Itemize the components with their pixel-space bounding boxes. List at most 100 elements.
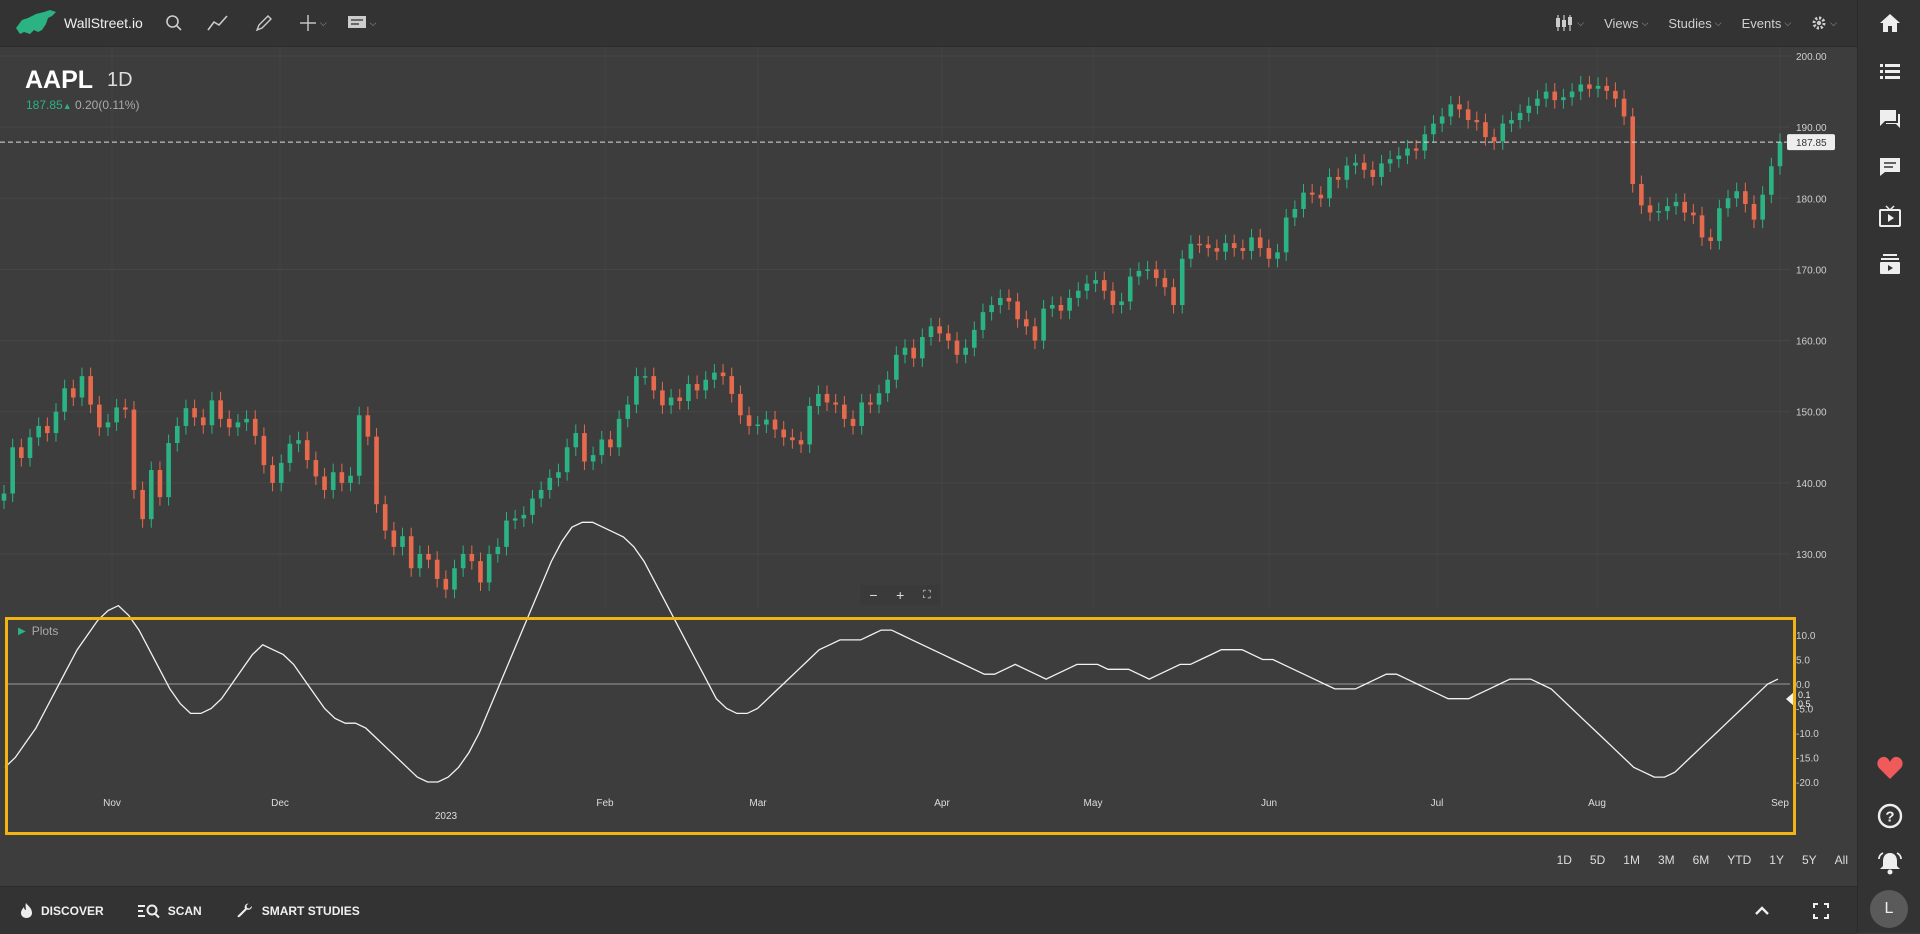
views-menu[interactable]: Views ⌵ — [1604, 16, 1648, 31]
comments-button[interactable] — [1858, 157, 1920, 177]
candle-body — [1301, 192, 1306, 209]
drawing-trendline-button[interactable] — [207, 14, 229, 32]
expand-arrow-icon: ▶ — [18, 625, 26, 637]
candle-body — [322, 476, 327, 490]
candle-body — [1552, 91, 1558, 101]
discover-button[interactable]: DISCOVER — [20, 902, 104, 919]
smart-studies-button[interactable]: SMART STUDIES — [236, 902, 360, 920]
candle-body — [1214, 248, 1220, 252]
candle-body — [252, 418, 258, 436]
range-button-1d[interactable]: 1D — [1557, 853, 1572, 867]
scan-button[interactable]: SCAN — [137, 903, 202, 919]
smart-studies-label: SMART STUDIES — [261, 903, 360, 918]
range-button-all[interactable]: All — [1835, 853, 1848, 867]
candle-body — [1665, 206, 1670, 212]
home-button[interactable] — [1858, 13, 1920, 33]
range-button-5y[interactable]: 5Y — [1802, 853, 1817, 867]
candle-body — [19, 447, 24, 458]
chart-type-button[interactable]: ⌵ — [1554, 14, 1584, 32]
candle-body — [374, 436, 379, 505]
price-change: 0.20(0.11%) — [74, 98, 140, 112]
candle-body — [686, 383, 691, 402]
fullscreen-button[interactable] — [1813, 902, 1829, 919]
range-button-3m[interactable]: 3M — [1658, 853, 1675, 867]
time-axis-label: May — [1084, 798, 1103, 809]
watchlist-button[interactable] — [1858, 62, 1920, 80]
fit-screen-icon[interactable]: ⛶ — [923, 589, 931, 602]
tv-button[interactable] — [1858, 205, 1920, 227]
range-button-1y[interactable]: 1Y — [1769, 853, 1784, 867]
candle-body — [946, 333, 951, 341]
candle-body — [1197, 243, 1202, 246]
candle-body — [1318, 194, 1324, 199]
time-axis-label: Mar — [749, 798, 767, 809]
candle-body — [1613, 90, 1618, 99]
search-button[interactable] — [165, 14, 183, 32]
events-menu[interactable]: Events ⌵ — [1742, 16, 1792, 31]
candle-body — [850, 418, 856, 426]
candle-body — [1578, 84, 1584, 92]
candle-body — [616, 418, 622, 448]
indicator-panel-header[interactable]: ▶ Plots — [18, 624, 58, 638]
avatar[interactable]: L — [1870, 890, 1908, 928]
current-price-label: 187.85 — [1796, 138, 1827, 149]
help-button[interactable]: ? — [1858, 803, 1920, 829]
candle-body — [79, 376, 85, 398]
chart-area[interactable]: 200.00 190.00 180.00 170.00 160.00 150.00 140.… — [0, 47, 1857, 887]
candle-body — [313, 460, 319, 477]
candle-body — [1119, 301, 1124, 305]
draw-pencil-button[interactable] — [255, 14, 273, 32]
candle-body — [1223, 243, 1228, 252]
price-tick-label: 140.00 — [1796, 479, 1827, 490]
candle-body — [824, 393, 830, 403]
indicator-tick-label: 10.0 — [1796, 631, 1816, 642]
candle-body — [1639, 184, 1644, 206]
candle-body — [530, 498, 535, 515]
range-button-ytd[interactable]: YTD — [1727, 853, 1751, 867]
annotation-button[interactable]: ⌵ — [347, 15, 377, 31]
alerts-button[interactable] — [1858, 851, 1920, 875]
zoom-in-icon[interactable]: + — [896, 587, 904, 603]
candle-body — [1509, 120, 1514, 124]
candle-body — [885, 379, 890, 394]
price-chart[interactable]: 200.00 190.00 180.00 170.00 160.00 150.00 140.… — [0, 47, 1857, 887]
symbol-ticker[interactable]: AAPL — [25, 66, 93, 95]
candle-body — [417, 554, 423, 569]
candle-body — [96, 404, 102, 428]
candle-body — [1621, 98, 1627, 117]
time-axis-label: Aug — [1588, 798, 1606, 809]
zoom-controls: − + ⛶ — [860, 585, 940, 605]
candle-body — [1292, 208, 1298, 218]
time-axis-label: Jun — [1261, 798, 1277, 809]
expand-panel-button[interactable] — [1755, 905, 1769, 916]
candle-body — [1309, 192, 1315, 195]
range-button-6m[interactable]: 6M — [1693, 853, 1710, 867]
candle-body — [348, 475, 353, 483]
price-tick-label: 200.00 — [1796, 52, 1827, 63]
media-library-button[interactable] — [1858, 253, 1920, 275]
candle-body — [1587, 84, 1592, 89]
logo[interactable]: WallStreet.io — [12, 8, 143, 38]
chat-button[interactable] — [1858, 109, 1920, 129]
candle-body — [105, 422, 111, 428]
studies-menu[interactable]: Studies ⌵ — [1668, 16, 1721, 31]
symbol-interval[interactable]: 1D — [107, 69, 133, 92]
range-button-1m[interactable]: 1M — [1623, 853, 1640, 867]
chevron-down-icon: ⌵ — [1830, 17, 1837, 28]
candle-body — [590, 455, 596, 462]
settings-menu[interactable]: ⌵ — [1811, 15, 1837, 31]
flag-comment-icon — [347, 16, 366, 28]
candle-body — [660, 390, 665, 406]
candle-body — [1041, 308, 1046, 341]
zoom-out-icon[interactable]: − — [869, 587, 877, 603]
candle-body — [1136, 270, 1142, 277]
candle-body — [790, 437, 795, 441]
crosshair-button[interactable]: ⌵ — [299, 14, 327, 32]
time-axis-label: Sep — [1771, 798, 1789, 809]
price-tick-label: 160.00 — [1796, 337, 1827, 348]
candle-body — [452, 568, 457, 590]
candle-body — [1240, 248, 1246, 251]
candle-body — [1647, 205, 1653, 213]
range-button-5d[interactable]: 5D — [1590, 853, 1605, 867]
favorites-button[interactable] — [1858, 756, 1920, 780]
